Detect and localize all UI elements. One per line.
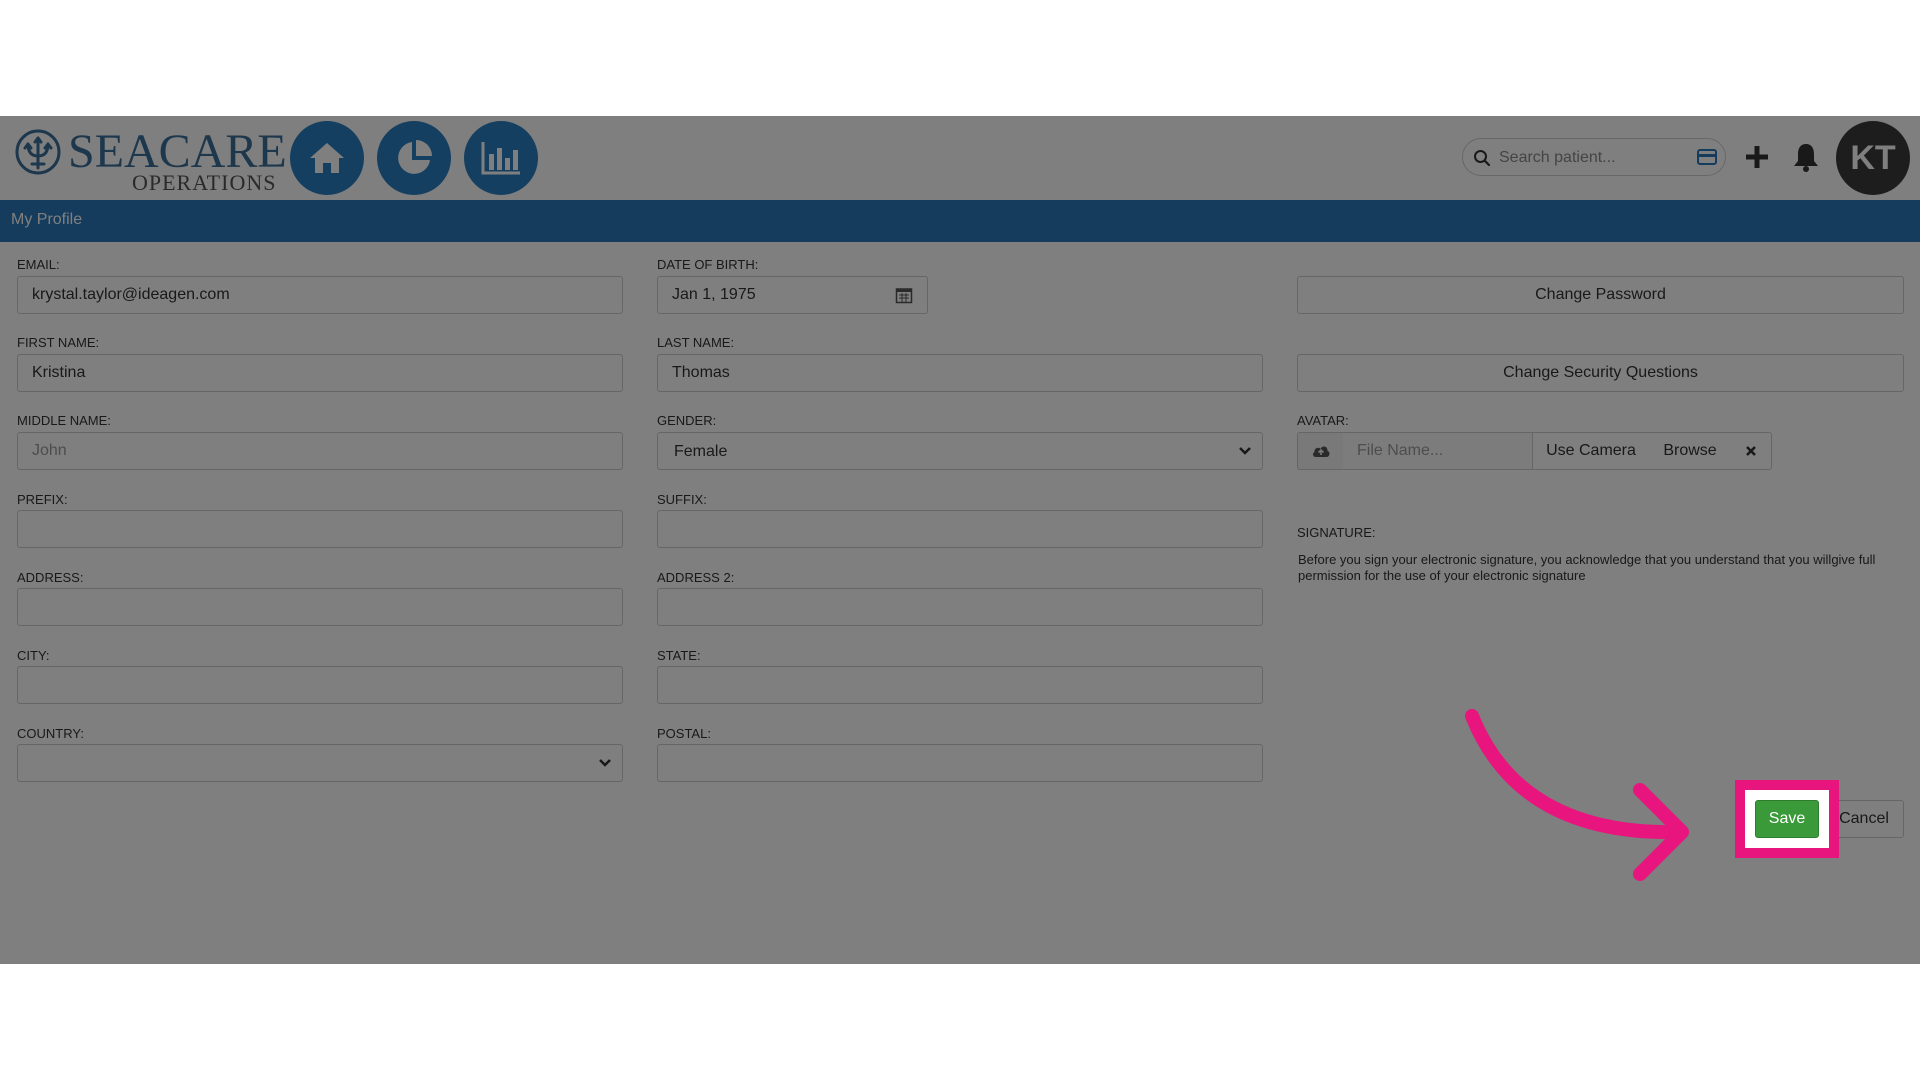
prefix-label: PREFIX: <box>17 492 68 507</box>
browse-button[interactable]: Browse <box>1649 432 1732 470</box>
address-label: ADDRESS: <box>17 570 84 585</box>
state-label: STATE: <box>657 648 701 663</box>
city-field[interactable] <box>17 666 623 704</box>
suffix-label: SUFFIX: <box>657 492 707 507</box>
id-card-icon[interactable] <box>1697 149 1717 165</box>
first-name-field[interactable] <box>17 354 623 392</box>
patient-search[interactable] <box>1462 138 1726 176</box>
plus-icon[interactable] <box>1744 144 1770 170</box>
last-name-field[interactable] <box>657 354 1263 392</box>
country-select[interactable] <box>17 744 623 782</box>
calendar-button[interactable] <box>880 276 928 314</box>
seacare-logo[interactable]: SEACARE OPERATIONS <box>14 124 287 195</box>
change-password-button[interactable]: Change Password <box>1297 276 1904 314</box>
country-label: COUNTRY: <box>17 726 84 741</box>
trident-logo-icon <box>15 129 61 175</box>
nav-home-button[interactable] <box>290 121 364 195</box>
search-input[interactable] <box>1497 145 1691 171</box>
user-avatar[interactable]: KT <box>1836 121 1910 195</box>
cloud-upload-icon <box>1312 446 1329 457</box>
use-camera-button[interactable]: Use Camera <box>1532 432 1650 470</box>
gender-select[interactable]: Female <box>657 432 1263 470</box>
suffix-field[interactable] <box>657 510 1263 548</box>
search-icon <box>1474 150 1491 167</box>
pie-chart-icon <box>398 140 432 174</box>
first-name-label: FIRST NAME: <box>17 335 100 350</box>
nav-reports-button[interactable] <box>464 121 538 195</box>
city-label: CITY: <box>17 648 50 663</box>
dob-label: DATE OF BIRTH: <box>657 257 759 272</box>
chevron-down-icon <box>1239 447 1251 455</box>
address-field[interactable] <box>17 588 623 626</box>
postal-field[interactable] <box>657 744 1263 782</box>
gender-label: GENDER: <box>657 413 717 428</box>
top-navigation-bar: SEACARE OPERATIONS Search patient... KT <box>0 116 1920 200</box>
close-icon <box>1746 446 1756 456</box>
middle-name-field[interactable] <box>17 432 623 470</box>
avatar-upload-addon <box>1297 432 1344 470</box>
state-field[interactable] <box>657 666 1263 704</box>
signature-disclaimer: Before you sign your electronic signatur… <box>1298 552 1876 583</box>
page-title: My Profile <box>11 211 83 228</box>
calendar-icon <box>895 288 912 304</box>
avatar-file-name-field[interactable] <box>1343 432 1533 470</box>
address2-field[interactable] <box>657 588 1263 626</box>
prefix-field[interactable] <box>17 510 623 548</box>
logo-subtitle: OPERATIONS <box>132 170 277 195</box>
page-title-bar: My Profile <box>0 200 1920 242</box>
change-security-questions-button[interactable]: Change Security Questions <box>1297 354 1904 392</box>
clear-avatar-button[interactable] <box>1731 432 1772 470</box>
dob-field[interactable] <box>657 276 881 314</box>
pointer-arrow-icon <box>1465 709 1689 881</box>
logo-name: SEACARE <box>68 125 287 178</box>
email-label: EMAIL: <box>17 257 60 272</box>
postal-label: POSTAL: <box>657 726 711 741</box>
signature-label: SIGNATURE: <box>1297 525 1376 540</box>
address2-label: ADDRESS 2: <box>657 570 735 585</box>
chevron-down-icon <box>599 759 611 767</box>
highlighted-save-button[interactable]: Save <box>1755 800 1819 838</box>
home-icon <box>310 143 344 173</box>
gender-value: Female <box>674 443 728 460</box>
app-window: SEACARE OPERATIONS Search patient... KT … <box>0 116 1920 964</box>
last-name-label: LAST NAME: <box>657 335 735 350</box>
bar-chart-icon <box>481 142 520 175</box>
nav-dashboard-button[interactable] <box>377 121 451 195</box>
middle-name-label: MIDDLE NAME: <box>17 413 111 428</box>
avatar-label: AVATAR: <box>1297 413 1349 428</box>
bell-icon[interactable] <box>1792 142 1820 172</box>
email-field[interactable] <box>17 276 623 314</box>
